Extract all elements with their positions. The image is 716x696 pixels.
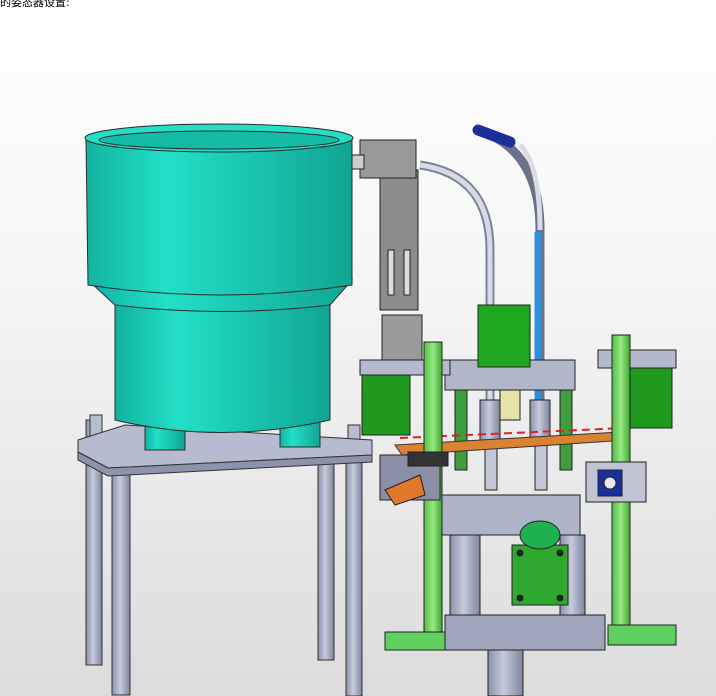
center-frame [439, 304, 606, 696]
stand-leg [345, 439, 363, 696]
stand-leg [111, 464, 131, 696]
cad-model-view [77, 123, 677, 696]
vibratory-bowl-feeder [84, 123, 354, 451]
stepper-motor [511, 520, 569, 606]
left-guide-column [359, 341, 451, 651]
feeder-stand [77, 414, 373, 696]
stand-leg [317, 444, 335, 661]
right-guide-column [585, 334, 677, 646]
sensor-bracket [351, 139, 423, 361]
